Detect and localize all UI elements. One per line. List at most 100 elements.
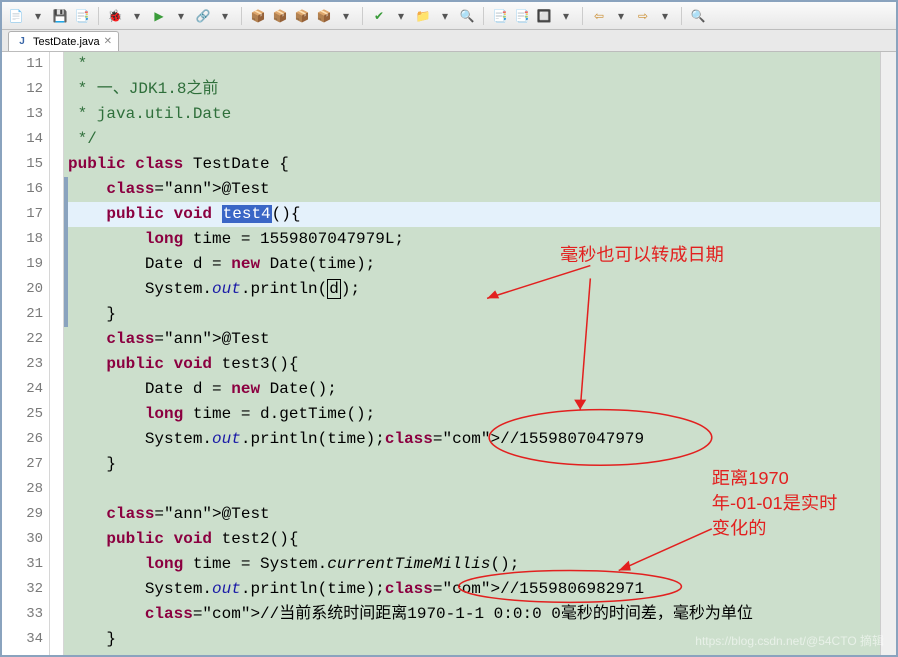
marker-cell bbox=[50, 452, 63, 477]
dropdown-icon[interactable]: ▾ bbox=[30, 8, 46, 24]
line-number: 19 bbox=[2, 252, 43, 277]
file-tab-testdate[interactable]: J TestDate.java ✕ bbox=[8, 31, 119, 51]
dropdown-icon[interactable]: ▾ bbox=[173, 8, 189, 24]
code-editor[interactable]: 1112131415161718192021222324252627282930… bbox=[2, 52, 896, 655]
dropdown-icon[interactable]: ▾ bbox=[613, 8, 629, 24]
dropdown-icon[interactable]: ▾ bbox=[558, 8, 574, 24]
code-line[interactable]: long time = d.getTime(); bbox=[64, 402, 896, 427]
main-toolbar: 📄 ▾ 💾 📑 🐞 ▾ ▶ ▾ 🔗 ▾ 📦 📦 📦 📦 ▾ ✔ ▾ 📁 ▾ 🔍 … bbox=[2, 2, 896, 30]
package-icon[interactable]: 📦 bbox=[272, 8, 288, 24]
marker-cell bbox=[50, 552, 63, 577]
save-icon[interactable]: 💾 bbox=[52, 8, 68, 24]
code-line[interactable]: * bbox=[64, 52, 896, 77]
line-number: 21 bbox=[2, 302, 43, 327]
line-number: 32 bbox=[2, 577, 43, 602]
code-line[interactable]: } bbox=[64, 302, 896, 327]
toolbar-icon[interactable]: 📑 bbox=[514, 8, 530, 24]
search-icon[interactable]: 🔍 bbox=[459, 8, 475, 24]
line-number: 30 bbox=[2, 527, 43, 552]
debug-icon[interactable]: 🐞 bbox=[107, 8, 123, 24]
code-line[interactable]: public void test2(){ bbox=[64, 527, 896, 552]
code-area[interactable]: * * 一、JDK1.8之前 * java.util.Date */public… bbox=[64, 52, 896, 655]
code-line[interactable]: public class TestDate { bbox=[64, 152, 896, 177]
line-number: 12 bbox=[2, 77, 43, 102]
code-line[interactable]: System.out.println(d); bbox=[64, 277, 896, 302]
line-number: 34 bbox=[2, 627, 43, 652]
line-number: 26 bbox=[2, 427, 43, 452]
code-line[interactable]: * java.util.Date bbox=[64, 102, 896, 127]
marker-cell bbox=[50, 52, 63, 77]
code-line[interactable]: Date d = new Date(); bbox=[64, 377, 896, 402]
back-icon[interactable]: ⇦ bbox=[591, 8, 607, 24]
file-tab-label: TestDate.java bbox=[33, 36, 100, 48]
marker-cell bbox=[50, 427, 63, 452]
marker-cell bbox=[50, 152, 63, 177]
code-line[interactable]: long time = System.currentTimeMillis(); bbox=[64, 552, 896, 577]
code-line[interactable]: System.out.println(time);class="com">//1… bbox=[64, 577, 896, 602]
code-line[interactable]: class="ann">@Test bbox=[64, 327, 896, 352]
forward-icon[interactable]: ⇨ bbox=[635, 8, 651, 24]
toolbar-icon[interactable]: 📑 bbox=[492, 8, 508, 24]
toolbar-icon[interactable]: 🔲 bbox=[536, 8, 552, 24]
dropdown-icon[interactable]: ▾ bbox=[129, 8, 145, 24]
dropdown-icon[interactable]: ▾ bbox=[393, 8, 409, 24]
marker-cell bbox=[50, 302, 63, 327]
code-line[interactable] bbox=[64, 477, 896, 502]
dropdown-icon[interactable]: ▾ bbox=[437, 8, 453, 24]
marker-cell bbox=[50, 277, 63, 302]
code-line[interactable]: */ bbox=[64, 127, 896, 152]
open-type-icon[interactable]: ✔ bbox=[371, 8, 387, 24]
vertical-scrollbar[interactable] bbox=[880, 52, 896, 655]
marker-cell bbox=[50, 252, 63, 277]
marker-cell bbox=[50, 627, 63, 652]
marker-cell bbox=[50, 377, 63, 402]
separator bbox=[241, 7, 242, 25]
code-line[interactable]: } bbox=[64, 452, 896, 477]
tab-close-icon[interactable]: ✕ bbox=[104, 36, 112, 47]
code-line[interactable]: long time = 1559807047979L; bbox=[64, 227, 896, 252]
code-line[interactable]: class="ann">@Test bbox=[64, 177, 896, 202]
folder-icon[interactable]: 📁 bbox=[415, 8, 431, 24]
separator bbox=[362, 7, 363, 25]
change-marker bbox=[64, 177, 68, 202]
dropdown-icon[interactable]: ▾ bbox=[217, 8, 233, 24]
separator bbox=[681, 7, 682, 25]
line-number: 20 bbox=[2, 277, 43, 302]
package-icon[interactable]: 📦 bbox=[316, 8, 332, 24]
line-number: 33 bbox=[2, 602, 43, 627]
line-number: 29 bbox=[2, 502, 43, 527]
change-marker bbox=[64, 202, 68, 227]
code-line[interactable]: public void test4(){ bbox=[64, 202, 896, 227]
marker-cell bbox=[50, 477, 63, 502]
run-icon[interactable]: ▶ bbox=[151, 8, 167, 24]
code-line[interactable]: System.out.println(time);class="com">//1… bbox=[64, 427, 896, 452]
marker-cell bbox=[50, 502, 63, 527]
code-line[interactable]: Date d = new Date(time); bbox=[64, 252, 896, 277]
marker-cell bbox=[50, 177, 63, 202]
marker-cell bbox=[50, 77, 63, 102]
dropdown-icon[interactable]: ▾ bbox=[657, 8, 673, 24]
editor-tab-bar: J TestDate.java ✕ bbox=[2, 30, 896, 52]
dropdown-icon[interactable]: ▾ bbox=[338, 8, 354, 24]
change-marker bbox=[64, 252, 68, 277]
toolbar-icon[interactable]: 📑 bbox=[74, 8, 90, 24]
line-number: 22 bbox=[2, 327, 43, 352]
package-icon[interactable]: 📦 bbox=[250, 8, 266, 24]
marker-cell bbox=[50, 102, 63, 127]
line-number: 14 bbox=[2, 127, 43, 152]
code-line[interactable]: * 一、JDK1.8之前 bbox=[64, 77, 896, 102]
change-marker bbox=[64, 277, 68, 302]
marker-cell bbox=[50, 577, 63, 602]
line-number: 27 bbox=[2, 452, 43, 477]
toolbar-icon[interactable]: 📄 bbox=[8, 8, 24, 24]
code-line[interactable]: class="com">//当前系统时间距离1970-1-1 0:0:0 0毫秒… bbox=[64, 602, 896, 627]
marker-cell bbox=[50, 327, 63, 352]
search-icon[interactable]: 🔍 bbox=[690, 8, 706, 24]
code-line[interactable]: public void test3(){ bbox=[64, 352, 896, 377]
watermark: https://blog.csdn.net/@54CTO 摘辑 bbox=[695, 632, 884, 649]
marker-cell bbox=[50, 402, 63, 427]
toolbar-icon[interactable]: 🔗 bbox=[195, 8, 211, 24]
code-line[interactable]: class="ann">@Test bbox=[64, 502, 896, 527]
package-icon[interactable]: 📦 bbox=[294, 8, 310, 24]
separator bbox=[98, 7, 99, 25]
